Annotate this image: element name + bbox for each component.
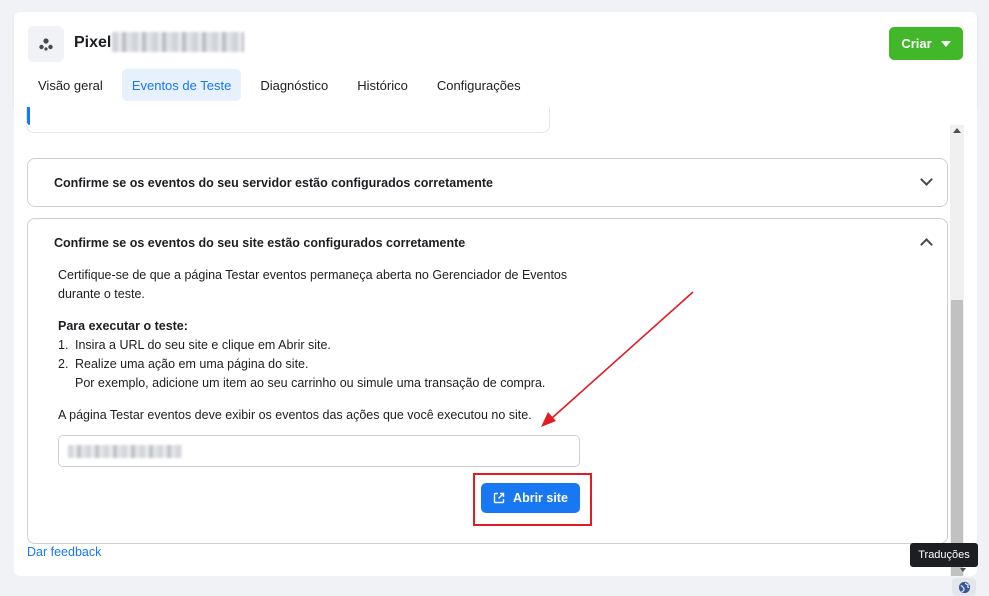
chevron-down-icon[interactable] — [920, 173, 933, 186]
test-events-content: Confirme se os eventos do seu servidor e… — [14, 107, 977, 576]
pixel-title: Pixel — [74, 34, 112, 51]
pixel-icon — [28, 26, 64, 62]
open-site-button[interactable]: Abrir site — [481, 483, 580, 513]
feedback-link[interactable]: Dar feedback — [27, 545, 101, 559]
step-number: 1. — [58, 338, 69, 352]
create-button-label: Criar — [901, 36, 932, 51]
website-events-title[interactable]: Confirme se os eventos do seu site estão… — [54, 236, 465, 250]
server-events-title: Confirme se os eventos do seu servidor e… — [54, 176, 494, 190]
website-url-input[interactable] — [58, 435, 580, 467]
previous-panel-edge — [26, 107, 550, 133]
website-events-section: Confirme se os eventos do seu site estão… — [27, 218, 948, 544]
step-item: 2. Realize uma ação em uma página do sit… — [58, 355, 598, 393]
step-item: 1. Insira a URL do seu site e clique em … — [58, 336, 598, 355]
steps-title: Para executar o teste: — [58, 319, 188, 333]
translations-tooltip: Traduções — [910, 543, 978, 567]
open-site-label: Abrir site — [513, 491, 568, 505]
website-events-body: Certifique-se de que a página Testar eve… — [58, 266, 598, 425]
scroll-down-arrow-icon[interactable] — [960, 568, 966, 572]
external-link-icon — [493, 492, 505, 504]
step-text: Insira a URL do seu site e clique em Abr… — [75, 338, 331, 352]
step-text: Realize uma ação em uma página do site. — [75, 357, 309, 371]
tab-test-events[interactable]: Eventos de Teste — [121, 69, 242, 101]
vertical-scrollbar[interactable] — [950, 125, 964, 576]
pixel-name-redacted — [112, 32, 244, 52]
tab-bar: Visão geral Eventos de Teste Diagnóstico… — [28, 69, 540, 101]
chevron-up-icon[interactable] — [920, 238, 933, 251]
intro-text: Certifique-se de que a página Testar eve… — [58, 268, 568, 301]
globe-icon[interactable] — [952, 578, 976, 596]
tab-overview[interactable]: Visão geral — [28, 69, 113, 101]
steps-list: 1. Insira a URL do seu site e clique em … — [58, 336, 598, 393]
tab-settings[interactable]: Configurações — [427, 69, 531, 101]
scroll-thumb[interactable] — [951, 300, 963, 576]
step-number: 2. — [58, 357, 69, 371]
server-events-section[interactable]: Confirme se os eventos do seu servidor e… — [27, 158, 948, 207]
note-text: A página Testar eventos deve exibir os e… — [58, 408, 532, 422]
create-button[interactable]: Criar — [889, 27, 963, 60]
step-example: Por exemplo, adicione um item ao seu car… — [75, 376, 546, 390]
tab-history[interactable]: Histórico — [347, 69, 418, 101]
scroll-up-arrow-icon[interactable] — [953, 128, 961, 133]
pixel-header: Pixel Criar Visão geral Eventos de Teste… — [14, 12, 977, 107]
caret-down-icon — [940, 40, 951, 47]
tab-diagnostics[interactable]: Diagnóstico — [250, 69, 338, 101]
